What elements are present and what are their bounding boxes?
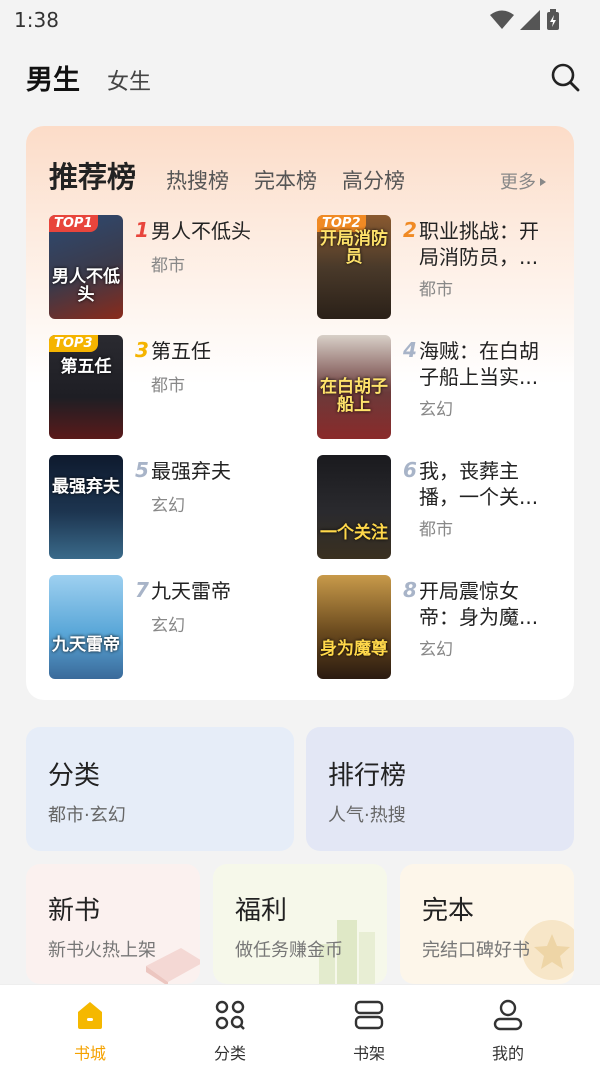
book-cover: 最强弃夫 [49, 455, 123, 559]
book-item[interactable]: TOP3 第五任 3 第五任 都市 [49, 335, 299, 439]
book-title: 海贼：在白胡子船上当实... [419, 339, 539, 389]
cover-title: 一个关注 [320, 523, 388, 544]
rank-number: 7 [135, 578, 149, 602]
user-icon [493, 999, 523, 1031]
cover-title: 九天雷帝 [52, 635, 120, 656]
top-badge: TOP3 [49, 335, 98, 352]
book-item[interactable]: 最强弃夫 5 最强弃夫 玄幻 [49, 455, 299, 559]
nav-category[interactable]: 分类 [170, 985, 290, 1066]
rank-number: 8 [403, 578, 417, 602]
finished-title: 完本 [422, 896, 475, 926]
rank-number: 6 [403, 458, 417, 482]
tab-finished[interactable]: 完本榜 [254, 165, 317, 195]
book-title: 男人不低头 [151, 219, 251, 243]
charts-card[interactable]: 排行榜 人气·热搜 [306, 727, 574, 851]
signal-icon [520, 10, 540, 30]
book-cover: TOP1 男人不低头 [49, 215, 123, 319]
cover-title: 身为魔尊 [320, 639, 388, 660]
cover-title: 第五任 [60, 357, 112, 378]
book-item[interactable]: 在白胡子船上 4 海贼：在白胡子船上当实... 玄幻 [317, 335, 567, 439]
book-cover: 一个关注 [317, 455, 391, 559]
category-card-subtitle: 都市·玄幻 [48, 805, 126, 826]
welfare-card[interactable]: 福利 做任务赚金币 [213, 864, 387, 984]
grid-icon [215, 1000, 245, 1030]
cover-title: 在白胡子船上 [320, 376, 388, 416]
book-item[interactable]: TOP2 开局消防员 2 职业挑战：开局消防员，... 都市 [317, 215, 567, 319]
book-category: 都市 [151, 376, 185, 396]
new-books-subtitle: 新书火热上架 [48, 940, 156, 961]
bottom-nav: 书城 分类 书架 我的 [0, 984, 600, 1066]
nav-mine-label: 我的 [491, 1044, 524, 1063]
book-title: 第五任 [151, 339, 211, 363]
rank-number: 1 [135, 218, 149, 242]
book-item[interactable]: 九天雷帝 7 九天雷帝 玄幻 [49, 575, 299, 679]
category-card[interactable]: 分类 都市·玄幻 [26, 727, 294, 851]
new-books-title: 新书 [48, 896, 101, 926]
home-icon [78, 1002, 102, 1029]
nav-mine[interactable]: 我的 [448, 985, 568, 1066]
cover-title: 最强弃夫 [52, 477, 120, 498]
book-title: 我，丧葬主播，一个关... [419, 459, 539, 509]
top-nav: 男生 女生 [0, 56, 600, 100]
tab-high-score[interactable]: 高分榜 [342, 165, 405, 195]
tab-female[interactable]: 女生 [107, 64, 151, 96]
book-title: 九天雷帝 [151, 579, 231, 603]
bookshelf-icon [354, 1000, 384, 1030]
book-cover: 身为魔尊 [317, 575, 391, 679]
rank-number: 3 [135, 338, 149, 362]
book-title: 开局震惊女帝：身为魔... [419, 579, 539, 629]
rank-number: 4 [403, 338, 417, 362]
book-category: 玄幻 [419, 400, 453, 420]
book-item[interactable]: 身为魔尊 8 开局震惊女帝：身为魔... 玄幻 [317, 575, 567, 679]
book-item[interactable]: TOP1 男人不低头 1 男人不低头 都市 [49, 215, 299, 319]
book-cover: TOP2 开局消防员 [317, 215, 391, 319]
book-cover: 九天雷帝 [49, 575, 123, 679]
nav-bookstore-label: 书城 [73, 1044, 106, 1063]
welfare-title: 福利 [235, 896, 288, 926]
wifi-icon [490, 10, 514, 29]
battery-icon [547, 9, 559, 30]
status-time: 1:38 [14, 8, 59, 32]
tab-male[interactable]: 男生 [26, 58, 80, 97]
category-card-title: 分类 [48, 761, 101, 791]
book-cover: 在白胡子船上 [317, 335, 391, 439]
charts-card-subtitle: 人气·热搜 [328, 805, 406, 826]
new-books-card[interactable]: 新书 新书火热上架 [26, 864, 200, 984]
nav-shelf-label: 书架 [352, 1044, 385, 1063]
status-icons [490, 9, 560, 31]
nav-bookstore[interactable]: 书城 [30, 985, 150, 1066]
ranking-card: 推荐榜 热搜榜 完本榜 高分榜 更多 TOP1 男人不低头 1 男人不低头 都市… [26, 126, 574, 700]
book-category: 都市 [419, 520, 453, 540]
finished-card[interactable]: 完本 完结口碑好书 [400, 864, 574, 984]
book-category: 都市 [151, 256, 185, 276]
more-link[interactable]: 更多 [500, 168, 546, 194]
rank-number: 5 [135, 458, 149, 482]
book-category: 玄幻 [151, 496, 185, 516]
tab-hot-search[interactable]: 热搜榜 [166, 165, 229, 195]
book-title: 职业挑战：开局消防员，... [419, 219, 539, 269]
status-bar: 1:38 [0, 0, 600, 40]
book-cover: TOP3 第五任 [49, 335, 123, 439]
book-category: 玄幻 [151, 616, 185, 636]
nav-category-label: 分类 [213, 1044, 246, 1063]
welfare-subtitle: 做任务赚金币 [235, 940, 343, 961]
cover-title: 开局消防员 [320, 228, 388, 268]
finished-subtitle: 完结口碑好书 [422, 940, 530, 961]
cover-title: 男人不低头 [52, 266, 120, 306]
ranking-title[interactable]: 推荐榜 [49, 154, 136, 196]
nav-shelf[interactable]: 书架 [309, 985, 429, 1066]
book-category: 玄幻 [419, 640, 453, 660]
charts-card-title: 排行榜 [328, 761, 407, 791]
book-category: 都市 [419, 280, 453, 300]
rank-number: 2 [403, 218, 417, 242]
search-icon[interactable] [550, 62, 580, 92]
book-item[interactable]: 一个关注 6 我，丧葬主播，一个关... 都市 [317, 455, 567, 559]
top-badge: TOP1 [49, 215, 98, 232]
book-title: 最强弃夫 [151, 459, 231, 483]
